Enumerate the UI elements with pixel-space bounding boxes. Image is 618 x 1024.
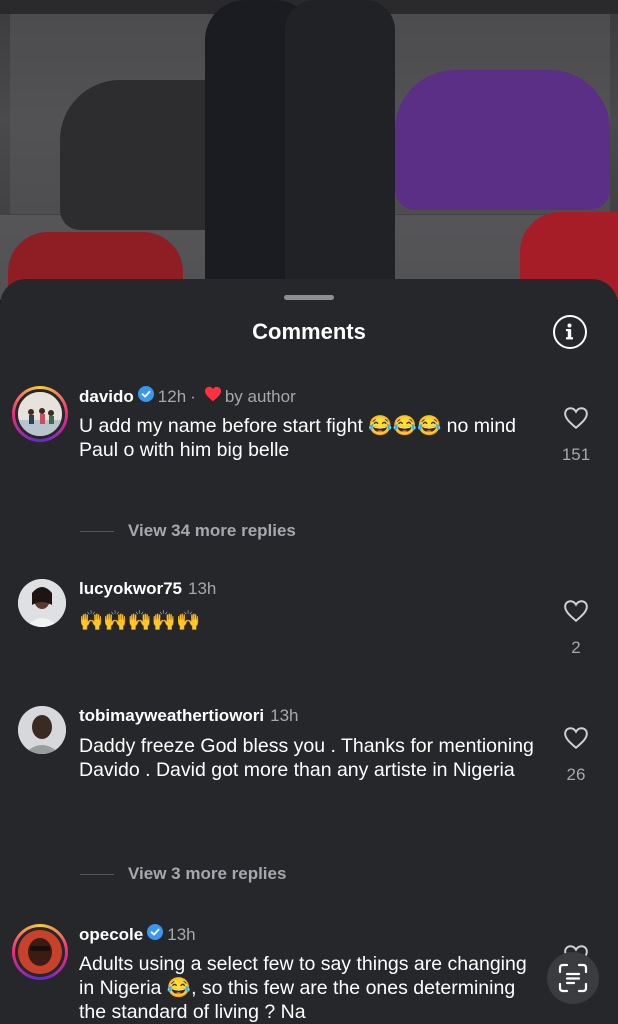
comment-meta: tobimayweathertiowori 13h (79, 706, 299, 726)
text-scan-icon (558, 963, 588, 993)
replies-divider (80, 530, 114, 532)
avatar[interactable] (18, 579, 66, 627)
sheet-title: Comments (252, 319, 366, 344)
view-replies-button[interactable]: View 3 more replies (80, 864, 286, 884)
comment-meta: opecole 13h (79, 924, 196, 945)
photo-car-purple (395, 70, 610, 210)
like-count: 2 (571, 638, 581, 657)
comment-username[interactable]: lucyokwor75 (79, 579, 182, 599)
heart-outline-icon[interactable] (563, 726, 589, 750)
comment-username[interactable]: davido (79, 387, 134, 407)
like-control[interactable]: 2 (561, 599, 591, 658)
like-control[interactable]: 26 (561, 726, 591, 785)
comment-text: Daddy freeze God bless you . Thanks for … (79, 735, 534, 781)
like-count: 26 (566, 765, 586, 784)
comment-text: Adults using a select few to say things … (79, 953, 527, 1023)
verified-badge-icon (137, 386, 154, 407)
avatar[interactable] (12, 386, 68, 442)
heart-icon (204, 386, 222, 407)
comments-sheet: Comments davido 12h · by author U add my… (0, 279, 618, 1024)
info-icon[interactable] (553, 315, 587, 349)
liked-by-author-label: by author (224, 386, 296, 406)
comment-text: U add my name before start fight 😂😂😂 no … (79, 415, 517, 461)
comment-username[interactable]: tobimayweathertiowori (79, 706, 264, 726)
avatar[interactable] (18, 706, 66, 754)
view-replies-button[interactable]: View 34 more replies (80, 521, 296, 541)
comment-text: 🙌🙌🙌🙌🙌 (79, 610, 201, 632)
photo-person-right (285, 0, 395, 280)
like-count: 151 (561, 445, 591, 464)
replies-divider (80, 873, 114, 875)
heart-outline-icon[interactable] (563, 406, 589, 430)
meta-separator: · (190, 386, 196, 406)
comment-time: 13h (270, 706, 299, 725)
comment-time: 13h (188, 579, 217, 598)
verified-badge-icon (147, 924, 164, 945)
comment-meta: davido 12h · by author (79, 386, 296, 407)
comment-time: 13h (167, 924, 196, 944)
heart-outline-icon[interactable] (563, 599, 589, 623)
comment-time: 12h (157, 386, 187, 406)
avatar[interactable] (12, 924, 68, 980)
post-photo (0, 0, 618, 300)
text-scan-button[interactable] (547, 952, 599, 1004)
view-replies-label: View 34 more replies (128, 521, 296, 540)
comment-username[interactable]: opecole (79, 925, 143, 945)
comment-meta: lucyokwor75 13h (79, 579, 216, 599)
like-control[interactable]: 151 (561, 406, 591, 465)
sheet-grabber[interactable] (284, 295, 334, 300)
view-replies-label: View 3 more replies (128, 864, 287, 883)
